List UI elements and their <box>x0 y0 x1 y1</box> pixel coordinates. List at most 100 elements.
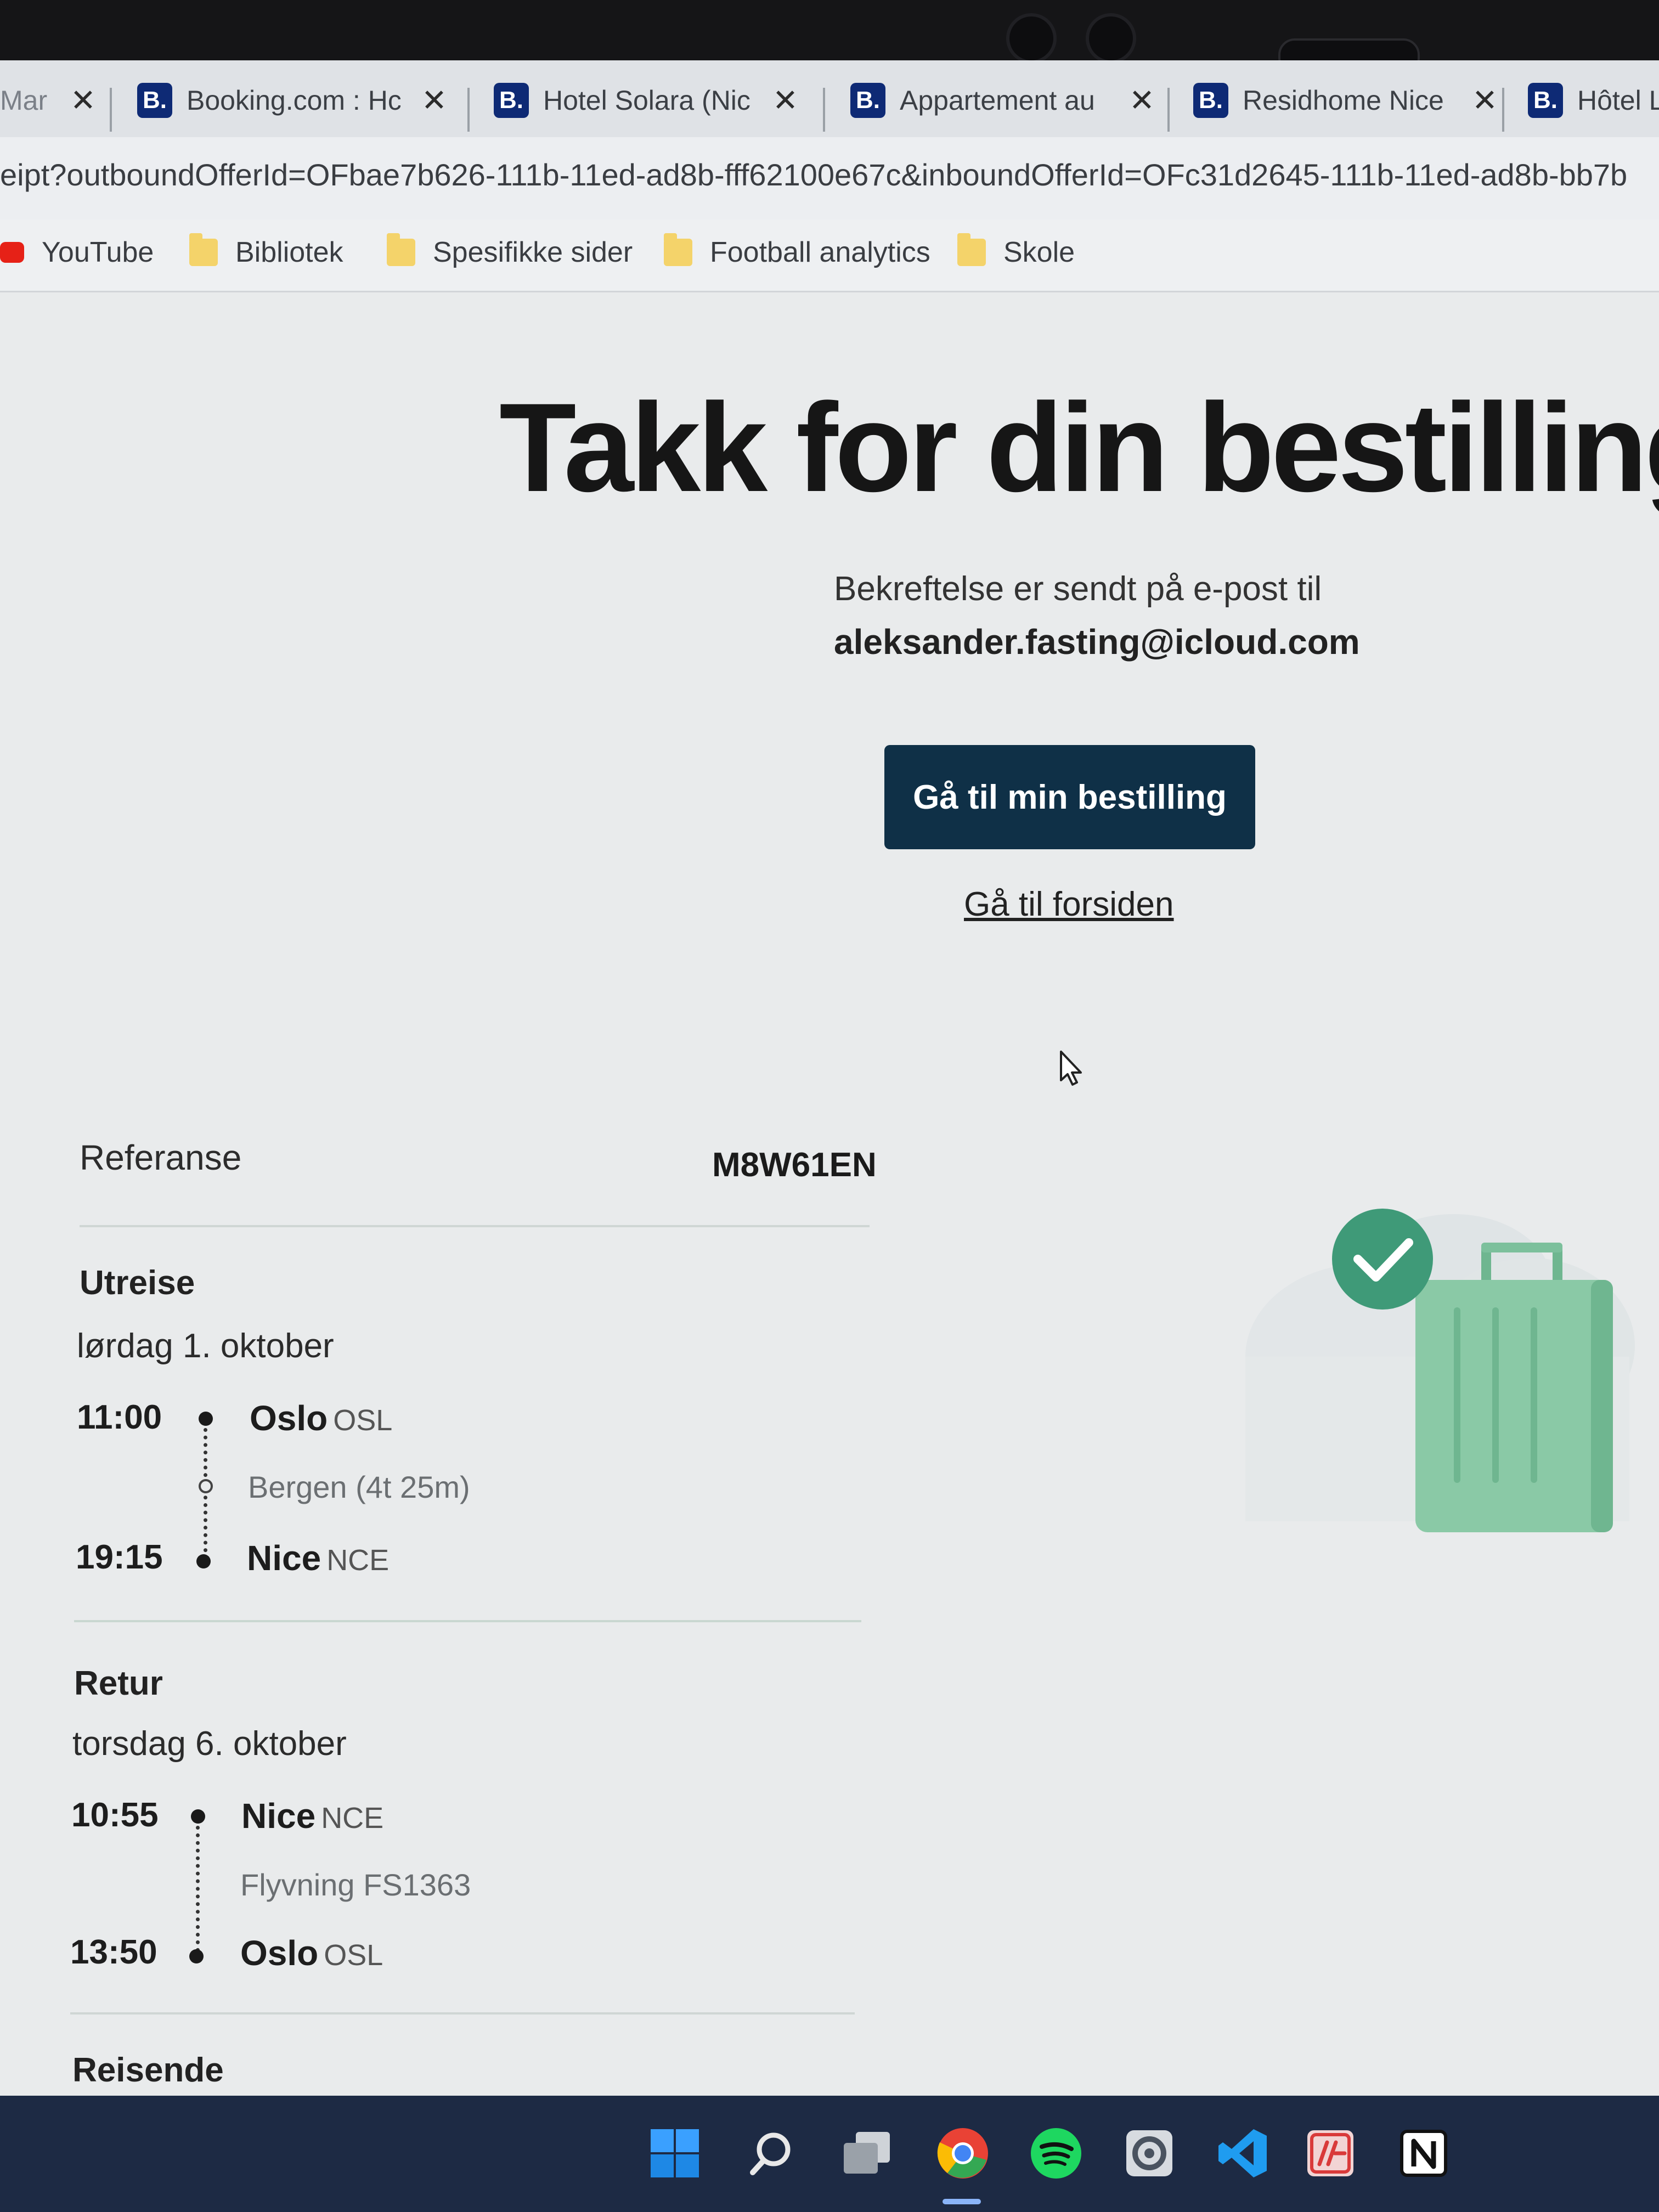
timeline-dot <box>189 1949 204 1963</box>
folder-icon <box>957 233 986 266</box>
return-arr-time: 13:50 <box>70 1933 157 1971</box>
return-dep-city: Nice NCE <box>241 1796 384 1836</box>
tab-title: Hôtel Le <box>1577 85 1659 116</box>
airport-code: NCE <box>321 1802 384 1835</box>
windows-taskbar <box>0 2096 1659 2212</box>
return-arr-city: Oslo OSL <box>240 1933 383 1973</box>
booking-favicon-icon: B. <box>1193 83 1228 118</box>
tab-separator <box>110 88 112 132</box>
folder-icon <box>189 233 218 266</box>
outbound-date: lørdag 1. oktober <box>77 1327 334 1365</box>
address-bar[interactable]: eipt?outboundOfferId=OFbae7b626-111b-11e… <box>0 137 1659 219</box>
tab-title: Booking.com : Hc <box>187 85 400 116</box>
folder-icon <box>387 233 415 266</box>
confirmation-text: Bekreftelse er sendt på e-post til <box>834 570 1322 608</box>
return-date: torsdag 6. oktober <box>72 1725 347 1763</box>
outbound-dep-time: 11:00 <box>77 1398 162 1436</box>
travelers-title: Reisende <box>72 2051 224 2089</box>
bookmark-label: Bibliotek <box>235 236 343 268</box>
tab-title: Mar <box>0 85 48 116</box>
timeline-dot <box>199 1412 213 1426</box>
outbound-via: Bergen (4t 25m) <box>248 1470 470 1504</box>
bookmark-spesifikke-sider[interactable]: Spesifikke sider <box>387 233 633 269</box>
outbound-arr-time: 19:15 <box>76 1538 163 1576</box>
airport-code: OSL <box>324 1939 383 1972</box>
tab-close-icon[interactable]: ✕ <box>421 82 447 119</box>
folder-icon <box>664 233 692 266</box>
return-flight-number: Flyvning FS1363 <box>240 1867 471 1902</box>
task-view-icon[interactable] <box>837 2123 897 2183</box>
chrome-icon[interactable] <box>933 2123 993 2183</box>
tab-close-icon[interactable]: ✕ <box>772 82 798 119</box>
tab-title: Hotel Solara (Nic <box>543 85 751 116</box>
adobe-app-icon[interactable] <box>1300 2123 1361 2183</box>
bookmark-label: Football analytics <box>710 236 930 268</box>
go-to-booking-button[interactable]: Gå til min bestilling <box>884 745 1255 849</box>
tab-separator <box>1502 88 1504 132</box>
suitcase-illustration <box>1245 1209 1635 1532</box>
windows-start-icon[interactable] <box>645 2123 705 2183</box>
reference-value: M8W61EN <box>712 1146 877 1184</box>
bookmark-youtube[interactable]: YouTube <box>0 236 154 269</box>
timeline-dot <box>191 1809 205 1824</box>
spotify-icon[interactable] <box>1026 2123 1086 2183</box>
booking-favicon-icon: B. <box>850 83 885 118</box>
tab-close-icon[interactable]: ✕ <box>1129 82 1155 119</box>
bookmark-label: Skole <box>1003 236 1075 268</box>
bookmark-bibliotek[interactable]: Bibliotek <box>189 233 343 269</box>
settings-gear-icon[interactable] <box>1119 2123 1180 2183</box>
tab-4[interactable]: B. Residhome Nice ✕ <box>1193 76 1498 125</box>
tab-separator <box>823 88 825 132</box>
booking-favicon-icon: B. <box>1528 83 1563 118</box>
bookmark-label: YouTube <box>42 236 154 268</box>
notion-icon[interactable] <box>1393 2123 1454 2183</box>
go-to-home-link[interactable]: Gå til forsiden <box>964 885 1174 924</box>
timeline-stop-icon <box>199 1479 213 1493</box>
outbound-dep-city: Oslo OSL <box>250 1398 393 1438</box>
confirmation-email: aleksander.fasting@icloud.com <box>834 622 1360 662</box>
tab-separator <box>467 88 470 132</box>
bookmarks-bar: YouTube Bibliotek Spesifikke sider Footb… <box>0 219 1659 292</box>
camera-sensor-icon <box>1089 16 1133 60</box>
tab-bar: Mar ✕ B. Booking.com : Hc ✕ B. Hotel Sol… <box>0 60 1659 137</box>
booking-favicon-icon: B. <box>137 83 172 118</box>
divider <box>70 2012 855 2015</box>
mouse-cursor-icon <box>1060 1051 1082 1086</box>
camera-icon <box>1009 16 1053 60</box>
bookmark-skole[interactable]: Skole <box>957 233 1075 269</box>
tab-2[interactable]: B. Hotel Solara (Nic ✕ <box>494 76 798 125</box>
outbound-title: Utreise <box>80 1264 195 1302</box>
tab-1[interactable]: B. Booking.com : Hc ✕ <box>137 76 447 125</box>
divider <box>74 1620 861 1622</box>
return-title: Retur <box>74 1664 163 1702</box>
search-icon[interactable] <box>741 2123 801 2183</box>
tab-0[interactable]: Mar ✕ <box>0 76 96 125</box>
bookmark-label: Spesifikke sider <box>433 236 633 268</box>
checkmark-badge-icon <box>1332 1209 1433 1310</box>
tab-3[interactable]: B. Appartement au ✕ <box>850 76 1155 125</box>
tab-close-icon[interactable]: ✕ <box>70 82 96 119</box>
timeline-dot <box>196 1554 211 1568</box>
timeline-line <box>196 1826 200 1952</box>
vscode-icon[interactable] <box>1212 2123 1273 2183</box>
screen-bezel <box>0 0 1659 75</box>
tab-separator <box>1167 88 1170 132</box>
tab-title: Residhome Nice <box>1243 85 1444 116</box>
bookmark-football-analytics[interactable]: Football analytics <box>664 233 930 269</box>
outbound-arr-city: Nice NCE <box>247 1538 390 1578</box>
tab-title: Appartement au <box>900 85 1095 116</box>
url-text[interactable]: eipt?outboundOfferId=OFbae7b626-111b-11e… <box>0 157 1627 193</box>
timeline-line <box>204 1428 207 1560</box>
airport-code: NCE <box>326 1544 390 1577</box>
tab-5[interactable]: B. Hôtel Le <box>1528 76 1659 125</box>
confirmation-page: Takk for din bestilling! Bekreftelse er … <box>0 292 1659 2096</box>
active-app-indicator <box>943 2199 981 2204</box>
return-dep-time: 10:55 <box>71 1796 159 1834</box>
suitcase-icon <box>1415 1243 1613 1532</box>
booking-favicon-icon: B. <box>494 83 529 118</box>
reference-label: Referanse <box>80 1138 242 1177</box>
page-title: Takk for din bestilling! <box>499 377 1659 518</box>
airport-code: OSL <box>333 1404 393 1437</box>
youtube-icon <box>0 242 24 263</box>
tab-close-icon[interactable]: ✕ <box>1472 82 1498 119</box>
